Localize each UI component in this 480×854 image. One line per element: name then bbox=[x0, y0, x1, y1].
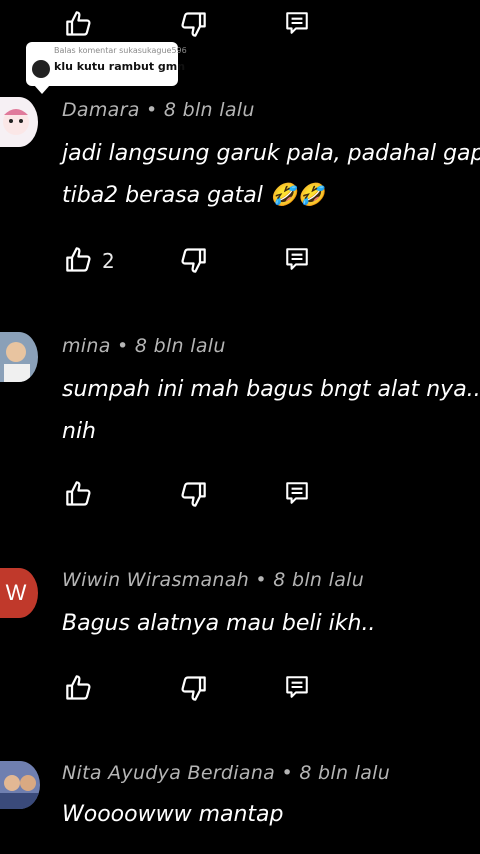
reply-icon[interactable] bbox=[284, 480, 310, 506]
reply-icon[interactable] bbox=[284, 246, 310, 272]
avatar[interactable]: W bbox=[0, 568, 38, 618]
dislike-icon[interactable] bbox=[178, 480, 208, 508]
separator-dot: • bbox=[117, 335, 129, 357]
like-icon[interactable] bbox=[64, 10, 94, 38]
dislike-icon[interactable] bbox=[178, 674, 208, 702]
avatar-photo-icon bbox=[4, 342, 30, 382]
like-icon[interactable] bbox=[64, 480, 94, 508]
like-count: 2 bbox=[102, 249, 115, 273]
comment-time: 8 bln lalu bbox=[134, 335, 226, 357]
comment-time: 8 bln lalu bbox=[299, 762, 391, 784]
comment-text-line: nih bbox=[62, 419, 96, 444]
reply-popup[interactable]: Balas komentar sukasukague596 klu kutu r… bbox=[26, 42, 187, 94]
avatar[interactable] bbox=[0, 97, 38, 147]
comment-time: 8 bln lalu bbox=[273, 569, 365, 591]
dislike-icon[interactable] bbox=[178, 10, 208, 38]
avatar[interactable] bbox=[0, 332, 38, 382]
reply-icon[interactable] bbox=[284, 10, 310, 36]
separator-dot: • bbox=[281, 762, 293, 784]
avatar-cartoon-icon bbox=[3, 109, 29, 135]
like-icon[interactable] bbox=[64, 674, 94, 702]
separator-dot: • bbox=[146, 99, 158, 121]
avatar-letter: W bbox=[5, 580, 27, 605]
like-icon[interactable] bbox=[64, 246, 94, 274]
avatar[interactable] bbox=[0, 761, 40, 809]
avatar-photo-icon bbox=[0, 775, 40, 809]
comment-text-line: sumpah ini mah bagus bngt alat nya..bl bbox=[62, 377, 480, 402]
separator-dot: • bbox=[255, 569, 267, 591]
comment-text-line: jadi langsung garuk pala, padahal gap bbox=[62, 141, 480, 166]
reply-avatar bbox=[32, 60, 50, 78]
reply-icon[interactable] bbox=[284, 674, 310, 700]
reply-text: klu kutu rambut gmn bbox=[54, 60, 186, 73]
dislike-icon[interactable] bbox=[178, 246, 208, 274]
comment-author[interactable]: Damara bbox=[62, 99, 140, 121]
comment-author[interactable]: Wiwin Wirasmanah bbox=[62, 569, 249, 591]
comment-text-line: tiba2 berasa gatal 🤣🤣 bbox=[62, 183, 325, 208]
comment-text-line: Bagus alatnya mau beli ikh.. bbox=[62, 611, 376, 636]
reply-label: Balas komentar sukasukague596 bbox=[54, 46, 187, 55]
comment-text-line: Woooowww mantap bbox=[62, 802, 284, 827]
comment-author[interactable]: Nita Ayudya Berdiana bbox=[62, 762, 275, 784]
comment-time: 8 bln lalu bbox=[163, 99, 255, 121]
comment-author[interactable]: mina bbox=[62, 335, 111, 357]
